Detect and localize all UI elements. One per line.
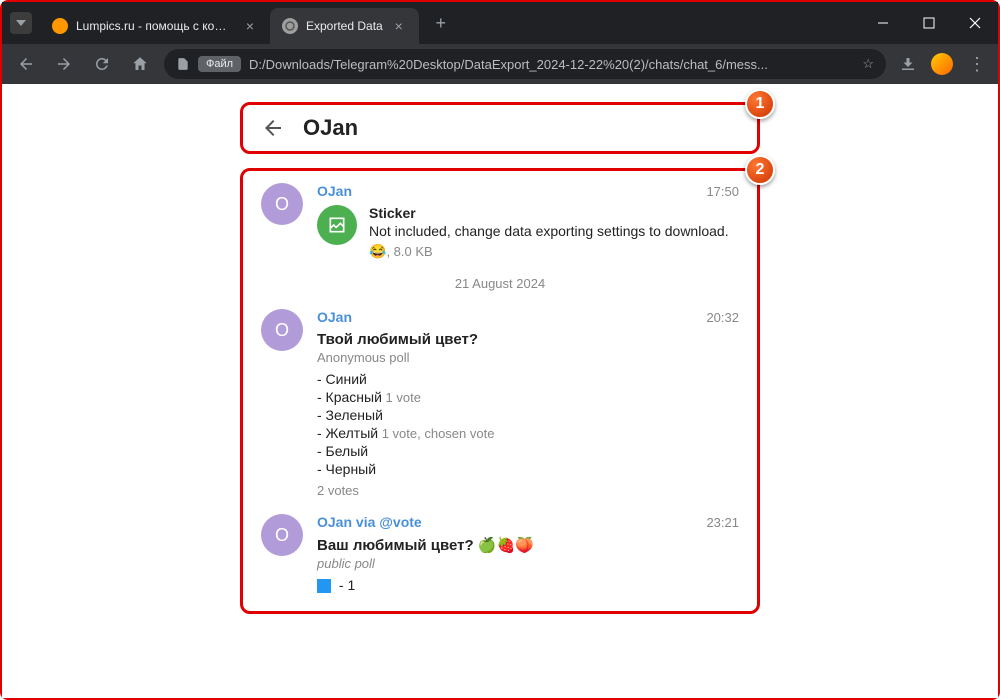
poll-option: - Черный	[317, 461, 739, 477]
message: O OJan via @vote 23:21 Ваш любимый цвет?…	[261, 514, 739, 595]
poll-option: - Красный 1 vote	[317, 389, 739, 405]
message-time: 20:32	[706, 310, 739, 325]
sender-name: OJan	[317, 309, 352, 325]
url-text: D:/Downloads/Telegram%20Desktop/DataExpo…	[249, 57, 854, 72]
menu-button[interactable]: ⋮	[964, 52, 988, 76]
message-time: 23:21	[706, 515, 739, 530]
sticker-size: , 8.0 KB	[386, 244, 432, 259]
poll-title: Твой любимый цвет?	[317, 331, 739, 348]
bookmark-icon[interactable]: ☆	[862, 56, 874, 72]
sticker-meta: 😂, 8.0 KB	[369, 243, 729, 260]
chat-name: OJan	[303, 115, 358, 141]
message-content: OJan via @vote 23:21 Ваш любимый цвет? 🍏…	[317, 514, 739, 595]
browser-window: Lumpics.ru - помощь с компь × Exported D…	[2, 2, 998, 698]
sticker-placeholder-icon	[317, 205, 357, 245]
close-icon[interactable]: ×	[391, 18, 407, 34]
window-controls	[860, 2, 998, 44]
home-button[interactable]	[126, 50, 154, 78]
titlebar: Lumpics.ru - помощь с компь × Exported D…	[2, 2, 998, 44]
favicon-icon	[52, 18, 68, 34]
tab-row: Lumpics.ru - помощь с компь × Exported D…	[10, 2, 860, 44]
message-time: 17:50	[706, 184, 739, 199]
date-separator: 21 August 2024	[261, 276, 739, 291]
close-icon[interactable]: ×	[242, 18, 258, 34]
poll-option: - Зеленый	[317, 407, 739, 423]
message-content: OJan 17:50 Sticker Not included, change …	[317, 183, 739, 260]
reload-button[interactable]	[88, 50, 116, 78]
close-button[interactable]	[952, 2, 998, 44]
poll-type: Anonymous poll	[317, 350, 739, 365]
poll-option: - Белый	[317, 443, 739, 459]
extension-avatar[interactable]	[930, 52, 954, 76]
sticker-title: Sticker	[369, 205, 729, 221]
download-icon[interactable]	[896, 52, 920, 76]
chat-body: 2 O OJan 17:50 Sticker Not included, cha	[240, 168, 760, 614]
new-tab-button[interactable]: +	[427, 9, 455, 37]
toolbar: Файл D:/Downloads/Telegram%20Desktop/Dat…	[2, 44, 998, 84]
favicon-icon	[282, 18, 298, 34]
message-content: OJan 20:32 Твой любимый цвет? Anonymous …	[317, 309, 739, 498]
avatar: O	[261, 514, 303, 556]
message: O OJan 17:50 Sticker Not included, chang…	[261, 183, 739, 260]
back-button[interactable]	[12, 50, 40, 78]
callout-2: 2	[745, 155, 775, 185]
tab-exported-data[interactable]: Exported Data ×	[270, 8, 419, 44]
file-icon	[176, 57, 190, 71]
color-square-icon	[317, 579, 331, 593]
tab-title: Exported Data	[306, 19, 383, 33]
page: OJan 1 2 O OJan 17:50 Sti	[2, 84, 998, 698]
avatar: O	[261, 309, 303, 351]
minimize-button[interactable]	[860, 2, 906, 44]
chat-header: OJan 1	[240, 102, 760, 154]
sticker-desc: Not included, change data exporting sett…	[369, 223, 729, 239]
poll-total: 2 votes	[317, 483, 739, 498]
tab-lumpics[interactable]: Lumpics.ru - помощь с компь ×	[40, 8, 270, 44]
poll-option: - Синий	[317, 371, 739, 387]
sticker-block: Sticker Not included, change data export…	[317, 205, 739, 260]
tab-title: Lumpics.ru - помощь с компь	[76, 19, 234, 33]
poll-title: Ваш любимый цвет? 🍏🍓🍑	[317, 536, 739, 554]
address-bar[interactable]: Файл D:/Downloads/Telegram%20Desktop/Dat…	[164, 49, 886, 79]
sender-name: OJan	[317, 183, 352, 199]
emoji-icon: 😂	[369, 243, 386, 259]
poll-option: - 1	[317, 577, 739, 593]
poll-option: - Желтый 1 vote, chosen vote	[317, 425, 739, 441]
file-chip: Файл	[198, 56, 241, 72]
tab-search-dropdown[interactable]	[10, 12, 32, 34]
poll-type: public poll	[317, 556, 739, 571]
avatar: O	[261, 183, 303, 225]
content-area: OJan 1 2 O OJan 17:50 Sti	[2, 84, 998, 698]
callout-1: 1	[745, 89, 775, 119]
maximize-button[interactable]	[906, 2, 952, 44]
message: O OJan 20:32 Твой любимый цвет? Anonymou…	[261, 309, 739, 498]
sender-name: OJan via @vote	[317, 514, 422, 530]
forward-button[interactable]	[50, 50, 78, 78]
back-arrow-icon[interactable]	[261, 116, 285, 140]
